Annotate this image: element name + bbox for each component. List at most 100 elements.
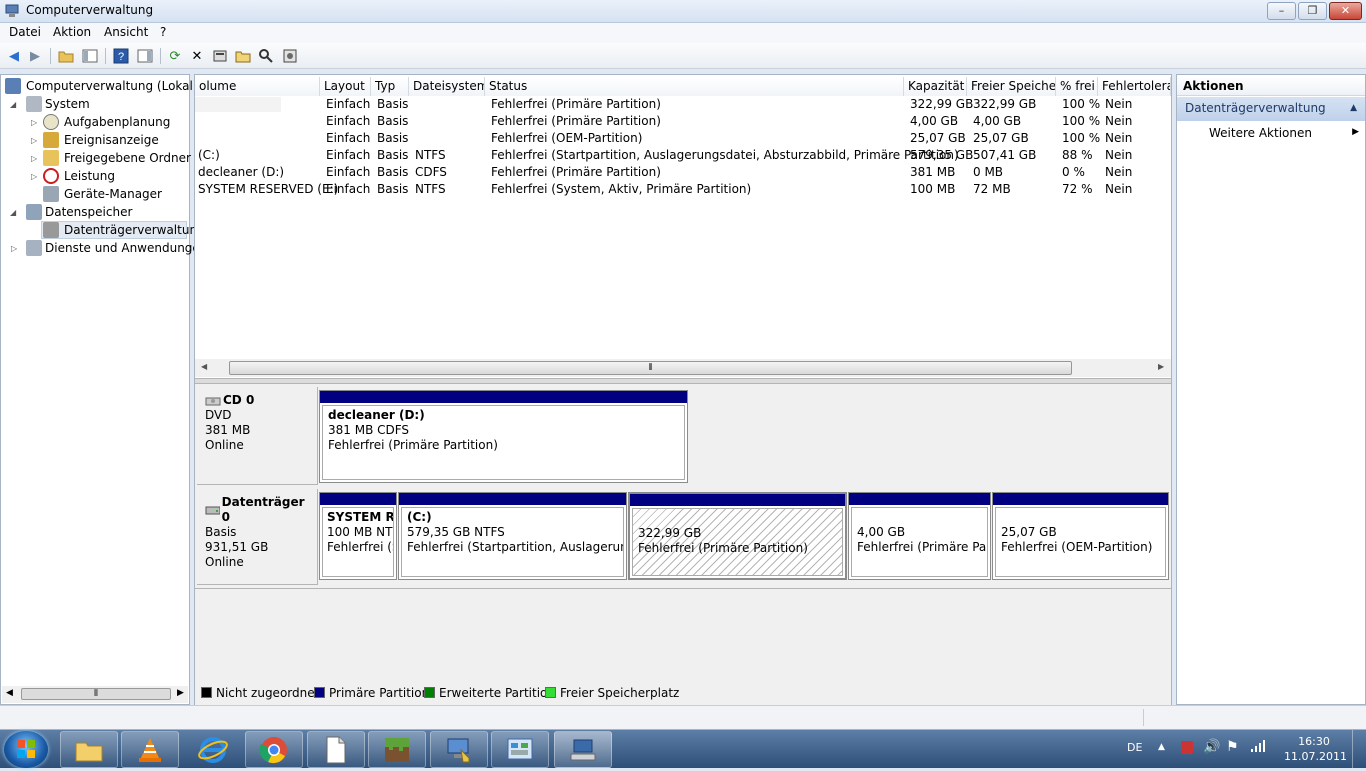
show-hidden-icons-icon[interactable]: ▲ bbox=[1158, 742, 1165, 752]
list-scroll-thumb[interactable]: ⦀ bbox=[229, 361, 1072, 375]
table-row[interactable]: (C:) Einfach Basis NTFS Fehlerfrei (Star… bbox=[195, 147, 1171, 164]
col-typ[interactable]: Typ bbox=[371, 77, 409, 96]
tree-item-leistung[interactable]: Leistung bbox=[64, 168, 115, 185]
clock[interactable]: 16:30 11.07.2011 bbox=[1284, 734, 1347, 764]
scroll-right-icon[interactable]: ▶ bbox=[177, 688, 184, 698]
table-row[interactable]: SYSTEM RESERVED (E:) Einfach Basis NTFS … bbox=[195, 181, 1171, 198]
refresh-icon[interactable]: ⟳ bbox=[166, 47, 184, 65]
partition-oem[interactable]: 25,07 GB Fehlerfrei (OEM-Partition) bbox=[992, 492, 1169, 580]
document-taskbar-icon[interactable] bbox=[307, 731, 365, 768]
volume-icon[interactable]: 🔊 bbox=[1203, 739, 1220, 755]
security-shield-icon[interactable] bbox=[1181, 741, 1193, 754]
legend-extended: Erweiterte Partition bbox=[424, 686, 555, 700]
chrome-taskbar-icon[interactable] bbox=[245, 731, 303, 768]
table-row[interactable]: Einfach Basis Fehlerfrei (OEM-Partition)… bbox=[195, 130, 1171, 147]
tree-item-computerverwaltung[interactable]: Computerverwaltung (Lokal) bbox=[26, 78, 198, 95]
minimize-button[interactable]: – bbox=[1267, 2, 1296, 20]
menu-aktion[interactable]: Aktion bbox=[53, 25, 91, 39]
left-scroll-thumb[interactable]: ⦀ bbox=[21, 688, 171, 700]
list-hscrollbar[interactable]: ◀ ⦀ ▶ bbox=[195, 359, 1171, 377]
help-icon[interactable]: ? bbox=[112, 47, 130, 65]
partition-c[interactable]: (C:) 579,35 GB NTFS Fehlerfrei (Startpar… bbox=[398, 492, 627, 580]
delete-icon[interactable]: ✕ bbox=[188, 47, 206, 65]
maximize-button[interactable]: ❐ bbox=[1298, 2, 1327, 20]
disk-info-disk0[interactable]: Datenträger 0 Basis 931,51 GB Online bbox=[197, 489, 318, 585]
start-button[interactable] bbox=[4, 731, 48, 768]
tree-item-freigegebene-ordner[interactable]: Freigegebene Ordner bbox=[64, 150, 191, 167]
toolbar: ◀ ▶ ? ⟳ ✕ bbox=[0, 43, 1366, 69]
scroll-right-icon[interactable]: ▶ bbox=[1158, 362, 1164, 371]
scroll-left-icon[interactable]: ◀ bbox=[201, 362, 207, 371]
col-dateisystem[interactable]: Dateisystem bbox=[409, 77, 485, 96]
clock-time: 16:30 bbox=[1298, 735, 1330, 748]
collapse-section-icon[interactable]: ▲ bbox=[1350, 103, 1357, 113]
back-arrow-icon[interactable]: ◀ bbox=[5, 47, 23, 65]
left-hscrollbar[interactable]: ◀ ⦀ ▶ bbox=[2, 686, 188, 703]
properties-icon[interactable] bbox=[211, 47, 229, 65]
menu-bar: Datei Aktion Ansicht ? bbox=[0, 23, 1366, 43]
tree-item-ereignisanzeige[interactable]: Ereignisanzeige bbox=[64, 132, 159, 149]
menu-ansicht[interactable]: Ansicht bbox=[104, 25, 148, 39]
tree-item-dienste[interactable]: Dienste und Anwendungen bbox=[45, 240, 207, 257]
menu-help[interactable]: ? bbox=[160, 25, 166, 39]
collapse-arrow-icon[interactable]: ◢ bbox=[10, 100, 16, 109]
partition-status: Fehlerfrei (S bbox=[327, 540, 394, 554]
partition-status: Fehlerfrei (Startpartition, Auslagerungs… bbox=[407, 540, 623, 554]
menu-datei[interactable]: Datei bbox=[9, 25, 41, 39]
col-fehlertoleranz[interactable]: Fehlertoleran bbox=[1098, 77, 1171, 96]
tree-item-geraete-manager[interactable]: Geräte-Manager bbox=[64, 186, 162, 203]
expand-arrow-icon[interactable]: ▷ bbox=[31, 154, 37, 163]
forward-arrow-icon[interactable]: ▶ bbox=[26, 47, 44, 65]
close-button[interactable]: ✕ bbox=[1329, 2, 1362, 20]
col-layout[interactable]: Layout bbox=[320, 77, 371, 96]
show-hide-tree-icon[interactable] bbox=[81, 47, 99, 65]
col-volume[interactable]: olume bbox=[195, 77, 320, 96]
internet-explorer-taskbar-icon[interactable] bbox=[184, 731, 242, 768]
table-row[interactable]: Einfach Basis Fehlerfrei (Primäre Partit… bbox=[195, 96, 1171, 113]
tree-item-system[interactable]: System bbox=[45, 96, 90, 113]
col-status[interactable]: Status bbox=[485, 77, 904, 96]
clock-date: 11.07.2011 bbox=[1284, 750, 1347, 763]
expand-arrow-icon[interactable]: ▷ bbox=[31, 172, 37, 181]
col-freier-speicher[interactable]: Freier Speicher bbox=[967, 77, 1056, 96]
table-row[interactable]: decleaner (D:) Einfach Basis CDFS Fehler… bbox=[195, 164, 1171, 181]
tree-item-aufgabenplanung[interactable]: Aufgabenplanung bbox=[64, 114, 170, 131]
language-indicator[interactable]: DE bbox=[1127, 741, 1142, 754]
disk-size: 931,51 GB bbox=[205, 540, 269, 554]
control-panel-taskbar-icon[interactable] bbox=[491, 731, 549, 768]
actions-section-datentraegerverwaltung[interactable]: Datenträgerverwaltung ▲ bbox=[1177, 97, 1365, 121]
col-kapazitaet[interactable]: Kapazität bbox=[904, 77, 967, 96]
explorer-taskbar-icon[interactable] bbox=[60, 731, 118, 768]
expand-arrow-icon[interactable]: ▷ bbox=[31, 118, 37, 127]
show-desktop-button[interactable] bbox=[1352, 730, 1366, 768]
computer-management-taskbar-icon[interactable] bbox=[430, 731, 488, 768]
expand-arrow-icon[interactable]: ▷ bbox=[11, 244, 17, 253]
partition-title bbox=[1001, 510, 1160, 525]
scroll-left-icon[interactable]: ◀ bbox=[6, 688, 13, 698]
network-icon[interactable] bbox=[1250, 739, 1266, 756]
collapse-arrow-icon[interactable]: ◢ bbox=[10, 208, 16, 217]
tree-item-datenspeicher[interactable]: Datenspeicher bbox=[45, 204, 132, 221]
partition-system-reserved[interactable]: SYSTEM RE 100 MB NTF Fehlerfrei (S bbox=[319, 492, 397, 580]
vlc-taskbar-icon[interactable] bbox=[121, 731, 179, 768]
open-folder-icon[interactable] bbox=[234, 47, 252, 65]
partition-decleaner[interactable]: decleaner (D:) 381 MB CDFS Fehlerfrei (P… bbox=[319, 390, 688, 483]
partition-322gb-selected[interactable]: 322,99 GB Fehlerfrei (Primäre Partition) bbox=[628, 492, 847, 580]
tree-item-datentraegerverwaltung[interactable]: Datenträgerverwaltung bbox=[64, 222, 205, 239]
disk-management-taskbar-icon[interactable] bbox=[554, 731, 612, 768]
disk-info-cd0[interactable]: CD 0 DVD 381 MB Online bbox=[197, 387, 318, 485]
expand-arrow-icon[interactable]: ▷ bbox=[31, 136, 37, 145]
disk-size: 381 MB bbox=[205, 423, 251, 437]
minecraft-taskbar-icon[interactable] bbox=[368, 731, 426, 768]
show-hide-action-pane-icon[interactable] bbox=[136, 47, 154, 65]
search-icon[interactable] bbox=[257, 47, 275, 65]
action-center-flag-icon[interactable]: ⚑ bbox=[1226, 739, 1239, 755]
up-folder-icon[interactable] bbox=[57, 47, 75, 65]
col-prozent-frei[interactable]: % frei bbox=[1056, 77, 1098, 96]
partition-4gb[interactable]: 4,00 GB Fehlerfrei (Primäre Partit bbox=[848, 492, 991, 580]
services-icon bbox=[26, 240, 42, 256]
title-bar[interactable]: Computerverwaltung – ❐ ✕ bbox=[0, 0, 1366, 23]
table-row[interactable]: Einfach Basis Fehlerfrei (Primäre Partit… bbox=[195, 113, 1171, 130]
action-weitere-aktionen[interactable]: Weitere Aktionen ▶ bbox=[1209, 126, 1359, 144]
settings-icon[interactable] bbox=[281, 47, 299, 65]
